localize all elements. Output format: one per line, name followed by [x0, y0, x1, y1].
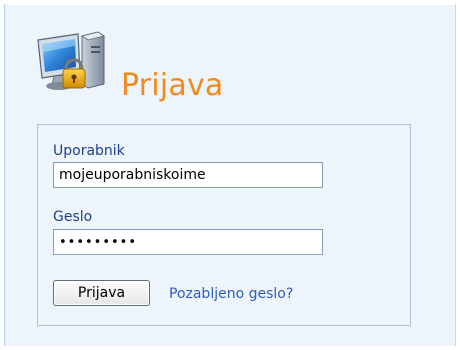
- forgot-password-link[interactable]: Pozabljeno geslo?: [169, 286, 293, 302]
- login-button[interactable]: Prijava: [53, 280, 150, 306]
- password-input[interactable]: [53, 229, 323, 255]
- panel-left-edge: [4, 4, 5, 346]
- page-title: Prijava: [121, 68, 224, 103]
- panel-right-edge: [455, 4, 456, 346]
- username-input[interactable]: [53, 162, 323, 188]
- computer-lock-icon: [37, 31, 105, 90]
- password-label: Geslo: [53, 209, 93, 225]
- username-label: Uporabnik: [53, 143, 125, 159]
